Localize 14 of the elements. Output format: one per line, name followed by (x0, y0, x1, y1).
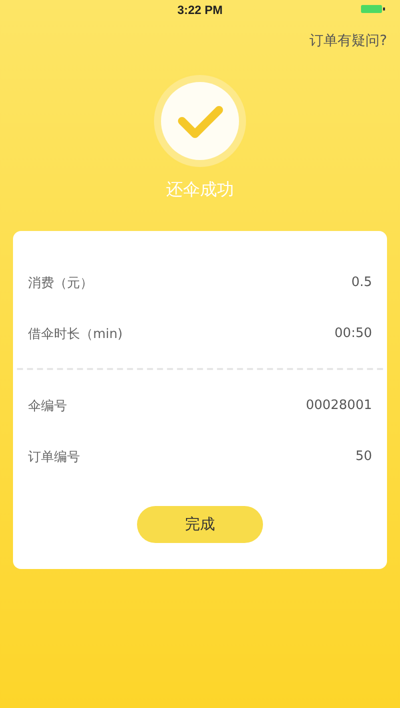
help-link[interactable]: 订单有疑问? (310, 32, 387, 50)
row-label: 借伞时长（min) (28, 326, 123, 342)
done-button[interactable]: 完成 (137, 506, 263, 543)
status-time: 3:22 PM (177, 3, 223, 17)
check-icon (153, 74, 247, 168)
battery-icon (361, 4, 387, 14)
row-value: 50 (355, 449, 372, 464)
row-value: 00:50 (334, 326, 372, 341)
row-value: 00028001 (306, 398, 372, 413)
row-label: 消费（元） (28, 274, 93, 292)
success-title: 还伞成功 (165, 179, 235, 201)
row-value: 0.5 (351, 275, 372, 290)
row-label: 订单编号 (28, 448, 80, 466)
row-label: 伞编号 (28, 398, 67, 414)
